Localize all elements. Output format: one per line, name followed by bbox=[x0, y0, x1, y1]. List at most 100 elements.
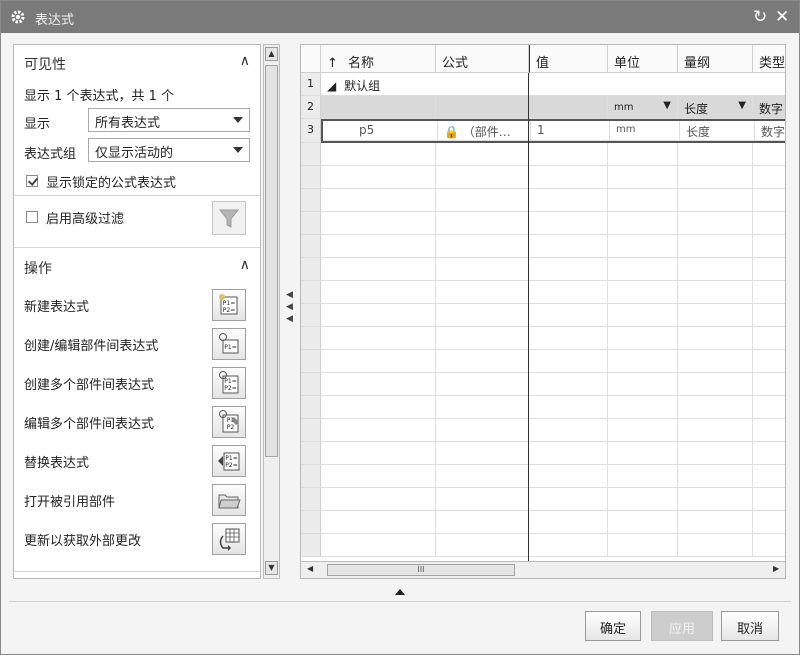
group-row[interactable]: ◢ 默认组 bbox=[321, 73, 785, 96]
empty-cell[interactable] bbox=[753, 419, 785, 442]
empty-cell[interactable] bbox=[753, 488, 785, 511]
empty-cell[interactable] bbox=[321, 166, 436, 189]
empty-cell[interactable] bbox=[678, 442, 753, 465]
empty-cell[interactable] bbox=[436, 281, 529, 304]
empty-cell[interactable] bbox=[608, 281, 678, 304]
empty-cell[interactable] bbox=[436, 488, 529, 511]
collapse-icon[interactable]: ∧ bbox=[240, 257, 250, 273]
empty-cell[interactable] bbox=[678, 396, 753, 419]
filter-cell-formula[interactable] bbox=[436, 96, 529, 119]
empty-cell[interactable] bbox=[753, 258, 785, 281]
ok-button[interactable]: 确定 bbox=[585, 611, 641, 641]
empty-cell[interactable] bbox=[321, 534, 436, 557]
empty-cell[interactable] bbox=[608, 143, 678, 166]
scroll-left-icon[interactable]: ◀ bbox=[307, 564, 313, 573]
empty-cell[interactable] bbox=[678, 488, 753, 511]
expand-triangle-icon[interactable]: ◢ bbox=[327, 79, 336, 93]
op-row-multi-interpart-create[interactable]: 创建多个部件间表达式 P1= P2= bbox=[14, 363, 260, 402]
filter-cell-value[interactable] bbox=[529, 96, 608, 119]
collapse-left-icon[interactable]: ◀ bbox=[286, 290, 293, 300]
op-row-multi-interpart-edit[interactable]: 编辑多个部件间表达式 P1 P2 bbox=[14, 402, 260, 441]
update-external-button[interactable] bbox=[212, 523, 246, 555]
empty-cell[interactable] bbox=[529, 465, 608, 488]
empty-cell[interactable] bbox=[608, 465, 678, 488]
multi-interpart-edit-button[interactable]: P1 P2 bbox=[212, 406, 246, 438]
dimension-filter-select[interactable]: 长度 ▼ bbox=[678, 96, 753, 119]
operations-section-header[interactable]: 操作 ∧ bbox=[14, 251, 260, 281]
empty-cell[interactable] bbox=[529, 166, 608, 189]
empty-cell[interactable] bbox=[608, 350, 678, 373]
op-row-update-external[interactable]: 更新以获取外部更改 bbox=[14, 519, 260, 558]
empty-cell[interactable] bbox=[529, 442, 608, 465]
empty-cell[interactable] bbox=[436, 166, 529, 189]
new-expression-button[interactable]: P1= P2= bbox=[212, 289, 246, 321]
empty-cell[interactable] bbox=[678, 419, 753, 442]
visibility-section-header[interactable]: 可见性 ∧ bbox=[14, 47, 260, 77]
cell-name[interactable]: p5 bbox=[323, 121, 438, 141]
empty-cell[interactable] bbox=[321, 327, 436, 350]
empty-cell[interactable] bbox=[608, 235, 678, 258]
empty-cell[interactable] bbox=[753, 327, 785, 350]
empty-cell[interactable] bbox=[321, 304, 436, 327]
cell-formula[interactable]: 🔒 （部件… bbox=[438, 121, 531, 141]
reset-icon[interactable]: ↻ bbox=[753, 7, 767, 27]
left-panel-scrollbar[interactable]: ▲ ▼ bbox=[263, 44, 280, 579]
empty-cell[interactable] bbox=[608, 304, 678, 327]
column-header-value[interactable]: 值 bbox=[529, 45, 608, 73]
empty-cell[interactable] bbox=[678, 235, 753, 258]
empty-cell[interactable] bbox=[436, 419, 529, 442]
empty-cell[interactable] bbox=[529, 189, 608, 212]
scroll-thumb[interactable]: III bbox=[327, 564, 515, 576]
empty-cell[interactable] bbox=[608, 258, 678, 281]
empty-cell[interactable] bbox=[436, 350, 529, 373]
empty-cell[interactable] bbox=[321, 373, 436, 396]
empty-cell[interactable] bbox=[608, 212, 678, 235]
empty-cell[interactable] bbox=[678, 189, 753, 212]
empty-cell[interactable] bbox=[436, 327, 529, 350]
empty-cell[interactable] bbox=[321, 143, 436, 166]
empty-cell[interactable] bbox=[608, 373, 678, 396]
empty-cell[interactable] bbox=[436, 465, 529, 488]
empty-cell[interactable] bbox=[436, 143, 529, 166]
column-header-type[interactable]: 类型 bbox=[753, 45, 785, 73]
column-header-name[interactable]: ↑ 名称 bbox=[321, 45, 436, 73]
interpart-expression-button[interactable]: P1= bbox=[212, 328, 246, 360]
empty-cell[interactable] bbox=[529, 511, 608, 534]
column-header-formula[interactable]: 公式 bbox=[436, 45, 529, 73]
scroll-right-icon[interactable]: ▶ bbox=[773, 564, 779, 573]
empty-cell[interactable] bbox=[529, 235, 608, 258]
empty-cell[interactable] bbox=[529, 350, 608, 373]
table-row[interactable]: p5 🔒 （部件… 1 mm 长度 数字 bbox=[321, 119, 785, 143]
empty-cell[interactable] bbox=[678, 143, 753, 166]
close-icon[interactable]: ✕ bbox=[775, 7, 789, 27]
empty-cell[interactable] bbox=[608, 534, 678, 557]
empty-cell[interactable] bbox=[753, 442, 785, 465]
scroll-thumb[interactable] bbox=[265, 65, 278, 457]
empty-cell[interactable] bbox=[321, 442, 436, 465]
op-row-interpart-expression[interactable]: 创建/编辑部件间表达式 P1= bbox=[14, 324, 260, 363]
empty-cell[interactable] bbox=[529, 488, 608, 511]
empty-cell[interactable] bbox=[753, 396, 785, 419]
empty-cell[interactable] bbox=[753, 235, 785, 258]
empty-cell[interactable] bbox=[529, 258, 608, 281]
empty-cell[interactable] bbox=[678, 511, 753, 534]
empty-cell[interactable] bbox=[321, 511, 436, 534]
empty-cell[interactable] bbox=[753, 350, 785, 373]
empty-cell[interactable] bbox=[608, 511, 678, 534]
empty-cell[interactable] bbox=[608, 419, 678, 442]
empty-cell[interactable] bbox=[678, 327, 753, 350]
cell-value[interactable]: 1 bbox=[531, 121, 610, 141]
empty-cell[interactable] bbox=[608, 442, 678, 465]
empty-cell[interactable] bbox=[436, 373, 529, 396]
empty-cell[interactable] bbox=[436, 258, 529, 281]
empty-cell[interactable] bbox=[436, 189, 529, 212]
type-filter-select[interactable]: 数字 bbox=[753, 96, 785, 119]
empty-cell[interactable] bbox=[321, 281, 436, 304]
empty-cell[interactable] bbox=[436, 534, 529, 557]
empty-cell[interactable] bbox=[529, 143, 608, 166]
empty-cell[interactable] bbox=[436, 304, 529, 327]
empty-cell[interactable] bbox=[678, 304, 753, 327]
cancel-button[interactable]: 取消 bbox=[721, 611, 779, 641]
scroll-up-icon[interactable]: ▲ bbox=[265, 47, 278, 61]
empty-cell[interactable] bbox=[678, 281, 753, 304]
